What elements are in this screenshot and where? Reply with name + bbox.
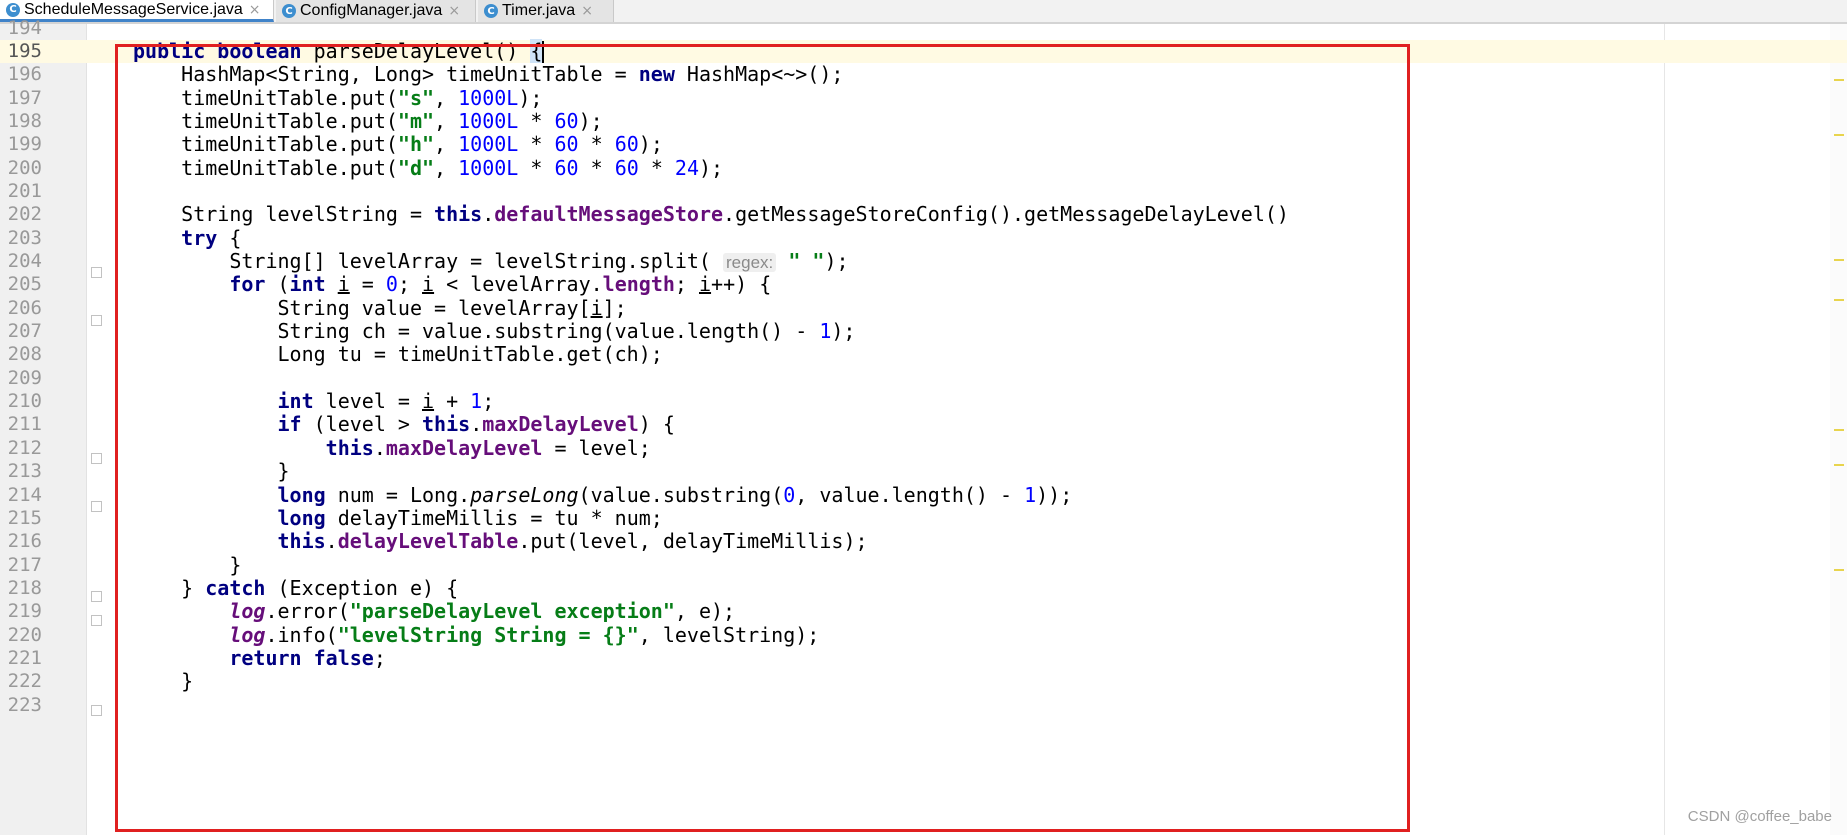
- line-number: 218: [7, 576, 42, 599]
- line-number: 201: [7, 179, 42, 202]
- line-number: 207: [7, 320, 42, 343]
- line-number: 202: [7, 203, 42, 226]
- code-text[interactable]: int level = i + 1;: [133, 389, 495, 413]
- java-class-icon: C: [6, 2, 20, 17]
- code-line[interactable]: 195 public boolean parseDelayLevel() {: [0, 38, 1847, 64]
- code-line[interactable]: 222 }: [0, 669, 1847, 693]
- code-line[interactable]: 200 timeUnitTable.put("d", 1000L * 60 * …: [0, 156, 1847, 180]
- line-number: 213: [7, 460, 42, 483]
- code-text[interactable]: }: [133, 459, 289, 483]
- watermark: CSDN @coffee_babe: [1687, 808, 1832, 825]
- code-line[interactable]: 202 String levelString = this.defaultMes…: [0, 202, 1847, 226]
- code-text[interactable]: this.delayLevelTable.put(level, delayTim…: [133, 529, 868, 553]
- line-number: 204: [7, 250, 42, 272]
- code-line[interactable]: 214 long num = Long.parseLong(value.subs…: [0, 483, 1847, 507]
- line-number: 197: [7, 86, 42, 109]
- code-line[interactable]: 223: [0, 694, 1847, 717]
- code-text[interactable]: } catch (Exception e) {: [133, 576, 458, 600]
- code-line[interactable]: 213 }: [0, 459, 1847, 483]
- code-text[interactable]: if (level > this.maxDelayLevel) {: [133, 413, 675, 437]
- code-line[interactable]: 220 log.info("levelString String = {}", …: [0, 623, 1847, 647]
- close-icon[interactable]: ×: [249, 2, 261, 18]
- code-text[interactable]: String value = levelArray[i];: [133, 296, 626, 320]
- code-text[interactable]: String ch = value.substring(value.length…: [133, 319, 855, 343]
- line-number: 194: [7, 16, 42, 39]
- line-number: 206: [7, 296, 42, 319]
- code-text[interactable]: long delayTimeMillis = tu * num;: [133, 506, 663, 530]
- code-text[interactable]: public boolean parseDelayLevel() {: [133, 38, 545, 64]
- line-number: 203: [7, 226, 42, 249]
- line-number: 212: [7, 436, 42, 459]
- line-number: 198: [7, 109, 42, 132]
- code-text[interactable]: this.maxDelayLevel = level;: [133, 436, 651, 460]
- code-text[interactable]: long num = Long.parseLong(value.substrin…: [133, 483, 1073, 507]
- code-line[interactable]: 194: [0, 17, 1847, 40]
- line-number: 200: [7, 156, 42, 179]
- line-number: 223: [7, 693, 42, 716]
- code-text[interactable]: }: [133, 553, 241, 577]
- code-line[interactable]: 207 String ch = value.substring(value.le…: [0, 319, 1847, 343]
- code-line[interactable]: 201: [0, 180, 1847, 203]
- line-number: 208: [7, 343, 42, 366]
- code-line[interactable]: 217 }: [0, 553, 1847, 577]
- code-line[interactable]: 221 return false;: [0, 646, 1847, 670]
- code-line[interactable]: 206 String value = levelArray[i];: [0, 296, 1847, 320]
- line-number: 216: [7, 530, 42, 553]
- code-text[interactable]: return false;: [133, 646, 386, 670]
- line-number: 205: [7, 273, 42, 296]
- code-line[interactable]: 210 int level = i + 1;: [0, 389, 1847, 413]
- line-number: 215: [7, 506, 42, 529]
- code-line[interactable]: 205 for (int i = 0; i < levelArray.lengt…: [0, 272, 1847, 296]
- line-number: 219: [7, 600, 42, 623]
- code-text[interactable]: log.info("levelString String = {}", leve…: [133, 623, 819, 647]
- line-number: 221: [7, 646, 42, 669]
- code-line[interactable]: 219 log.error("parseDelayLevel exception…: [0, 599, 1847, 623]
- line-number: 210: [7, 390, 42, 413]
- line-number: 220: [7, 623, 42, 646]
- line-number: 211: [7, 413, 42, 436]
- code-text[interactable]: timeUnitTable.put("d", 1000L * 60 * 60 *…: [133, 156, 723, 180]
- code-text[interactable]: timeUnitTable.put("s", 1000L);: [133, 86, 542, 110]
- code-text[interactable]: timeUnitTable.put("h", 1000L * 60 * 60);: [133, 132, 663, 156]
- code-line[interactable]: 218 } catch (Exception e) {: [0, 576, 1847, 600]
- line-number: 222: [7, 670, 42, 693]
- line-number: 209: [7, 366, 42, 389]
- code-line[interactable]: 204 String[] levelArray = levelString.sp…: [0, 249, 1847, 274]
- line-number: 196: [7, 63, 42, 86]
- code-text[interactable]: log.error("parseDelayLevel exception", e…: [133, 599, 735, 623]
- code-text[interactable]: }: [133, 669, 193, 693]
- code-line[interactable]: 196 HashMap<String, Long> timeUnitTable …: [0, 62, 1847, 86]
- code-text[interactable]: Long tu = timeUnitTable.get(ch);: [133, 343, 662, 367]
- code-text[interactable]: timeUnitTable.put("m", 1000L * 60);: [133, 109, 603, 133]
- code-text[interactable]: HashMap<String, Long> timeUnitTable = ne…: [133, 62, 843, 86]
- code-line[interactable]: 197 timeUnitTable.put("s", 1000L);: [0, 86, 1847, 110]
- code-text[interactable]: for (int i = 0; i < levelArray.length; i…: [133, 272, 771, 296]
- code-line[interactable]: 215 long delayTimeMillis = tu * num;: [0, 506, 1847, 530]
- code-line[interactable]: 211 if (level > this.maxDelayLevel) {: [0, 413, 1847, 437]
- line-number: 217: [7, 553, 42, 576]
- line-number: 214: [7, 483, 42, 506]
- code-line[interactable]: 203 try {: [0, 226, 1847, 250]
- line-number: 199: [7, 133, 42, 156]
- code-text[interactable]: try {: [133, 226, 241, 250]
- code-line[interactable]: 216 this.delayLevelTable.put(level, dela…: [0, 529, 1847, 553]
- code-text[interactable]: String levelString = this.defaultMessage…: [133, 202, 1289, 226]
- code-line[interactable]: 209: [0, 367, 1847, 390]
- code-line[interactable]: 199 timeUnitTable.put("h", 1000L * 60 * …: [0, 132, 1847, 156]
- code-text[interactable]: String[] levelArray = levelString.split(…: [133, 249, 848, 274]
- code-line[interactable]: 198 timeUnitTable.put("m", 1000L * 60);: [0, 109, 1847, 133]
- code-line[interactable]: 212 this.maxDelayLevel = level;: [0, 436, 1847, 460]
- code-line[interactable]: 208 Long tu = timeUnitTable.get(ch);: [0, 343, 1847, 367]
- line-number: 195: [7, 39, 42, 62]
